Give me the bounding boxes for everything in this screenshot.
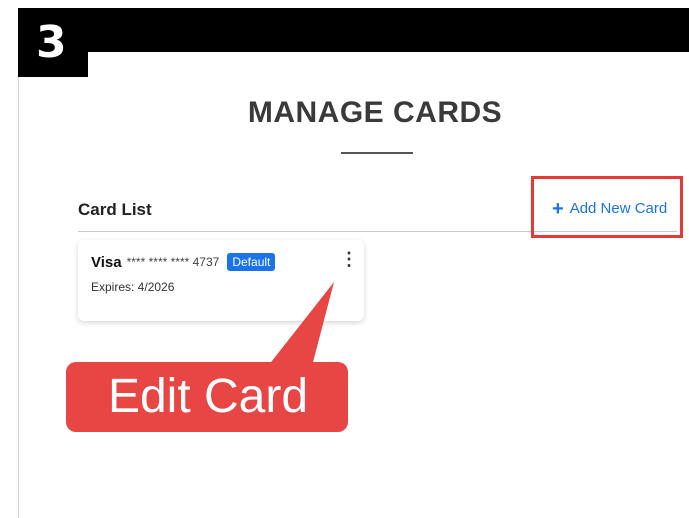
callout-pointer [268,282,334,366]
callout-label: Edit Card [107,370,309,423]
callout-shape [66,282,348,432]
